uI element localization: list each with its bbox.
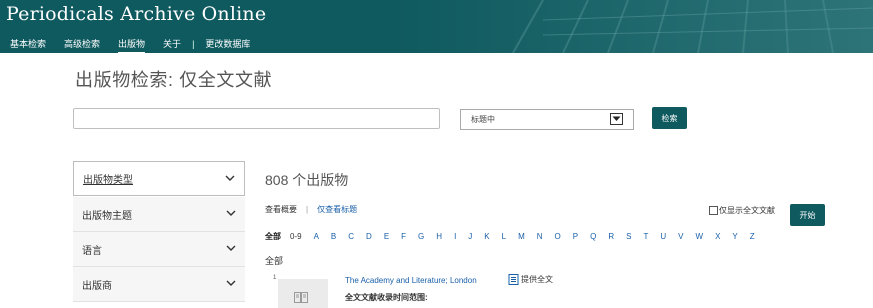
nav-publications[interactable]: 出版物 — [109, 38, 154, 53]
result-thumbnail[interactable] — [278, 279, 328, 308]
start-button[interactable]: 开始 — [790, 204, 825, 226]
alpha-all[interactable]: 全部 — [265, 231, 281, 242]
result-title-link[interactable]: The Academy and Literature; London — [345, 276, 477, 285]
alpha-letter-d[interactable]: D — [366, 232, 372, 241]
alpha-letter-j[interactable]: J — [468, 232, 472, 241]
chevron-down-icon — [225, 175, 235, 181]
results-count: 808 个出版物 — [265, 172, 349, 188]
alpha-letter-r[interactable]: R — [608, 232, 614, 241]
section-heading: 全部 — [265, 256, 284, 266]
view-summary-link[interactable]: 查看概要 — [265, 204, 297, 215]
site-title[interactable]: Periodicals Archive Online — [6, 3, 266, 25]
alpha-letter-h[interactable]: H — [436, 232, 442, 241]
facet-publication-subject[interactable]: 出版物主题 — [73, 197, 245, 232]
alpha-letter-q[interactable]: Q — [590, 232, 596, 241]
alpha-letter-c[interactable]: C — [348, 232, 354, 241]
alpha-letter-u[interactable]: U — [660, 232, 666, 241]
alpha-letter-t[interactable]: T — [643, 232, 648, 241]
result-number: 1 — [273, 275, 277, 281]
alpha-letter-m[interactable]: M — [518, 232, 525, 241]
nav-about[interactable]: 关于 — [154, 38, 190, 51]
chevron-down-icon — [226, 245, 236, 251]
main-nav: 基本检索 高级检索 出版物 关于 | 更改数据库 — [0, 36, 259, 53]
document-icon — [508, 274, 519, 285]
alpha-letter-i[interactable]: I — [454, 232, 456, 241]
chevron-down-icon — [226, 280, 236, 286]
chevron-down-icon — [226, 210, 236, 216]
alpha-letter-b[interactable]: B — [331, 232, 336, 241]
coverage-label: 全文文献收录时间范围: — [345, 293, 428, 302]
facet-publisher[interactable]: 出版商 — [73, 267, 245, 302]
facet-publication-type[interactable]: 出版物类型 — [73, 161, 245, 196]
alpha-letter-y[interactable]: Y — [732, 232, 737, 241]
facet-label: 出版商 — [82, 280, 112, 292]
nav-change-database[interactable]: 更改数据库 — [196, 38, 259, 51]
alpha-letter-a[interactable]: A — [314, 232, 319, 241]
alpha-letter-l[interactable]: L — [502, 232, 506, 241]
search-button[interactable]: 检索 — [652, 107, 687, 129]
fulltext-only-checkbox[interactable]: 仅显示全文文献 — [709, 205, 775, 216]
fulltext-badge-label: 提供全文 — [521, 275, 553, 284]
view-separator: | — [306, 205, 309, 214]
view-options: 查看概要 | 仅查看标题 — [265, 204, 357, 215]
facet-label: 语言 — [82, 245, 102, 257]
top-banner: Periodicals Archive Online 基本检索 高级检索 出版物… — [0, 0, 873, 53]
search-scope-select[interactable]: 标题中 — [460, 109, 634, 130]
alpha-letter-w[interactable]: W — [696, 232, 704, 241]
alpha-letter-k[interactable]: K — [484, 232, 489, 241]
search-input[interactable] — [73, 108, 440, 129]
alpha-letter-o[interactable]: O — [555, 232, 561, 241]
alpha-letter-e[interactable]: E — [384, 232, 389, 241]
search-scope-value: 标题中 — [471, 115, 495, 124]
view-titles-only-link[interactable]: 仅查看标题 — [317, 204, 357, 215]
nav-basic-search[interactable]: 基本检索 — [0, 38, 55, 51]
fulltext-available-badge[interactable]: 提供全文 — [508, 274, 553, 285]
alpha-letter-p[interactable]: P — [573, 232, 578, 241]
checkbox-icon[interactable] — [709, 206, 718, 215]
book-icon — [294, 292, 308, 303]
page-title: 出版物检索: 仅全文文献 — [75, 70, 273, 90]
facet-language[interactable]: 语言 — [73, 232, 245, 267]
alpha-letter-s[interactable]: S — [626, 232, 631, 241]
alpha-letter-z[interactable]: Z — [750, 232, 755, 241]
nav-advanced-search[interactable]: 高级检索 — [55, 38, 109, 51]
alpha-letter-g[interactable]: G — [418, 232, 424, 241]
alpha-letter-v[interactable]: V — [678, 232, 683, 241]
alpha-letter-f[interactable]: F — [401, 232, 406, 241]
alpha-letter-x[interactable]: X — [715, 232, 720, 241]
alphabet-filter: 全部 0-9 A B C D E F G H I J K L M N O P Q R S T U V W X Y Z — [265, 231, 767, 242]
alpha-letter-0-9[interactable]: 0-9 — [290, 232, 302, 241]
chevron-down-icon[interactable] — [610, 113, 623, 125]
banner-decoration — [393, 0, 873, 53]
facet-label: 出版物类型 — [83, 175, 133, 186]
alpha-letter-n[interactable]: N — [537, 232, 543, 241]
fulltext-only-label: 仅显示全文文献 — [719, 206, 775, 215]
facet-label: 出版物主题 — [82, 210, 132, 222]
